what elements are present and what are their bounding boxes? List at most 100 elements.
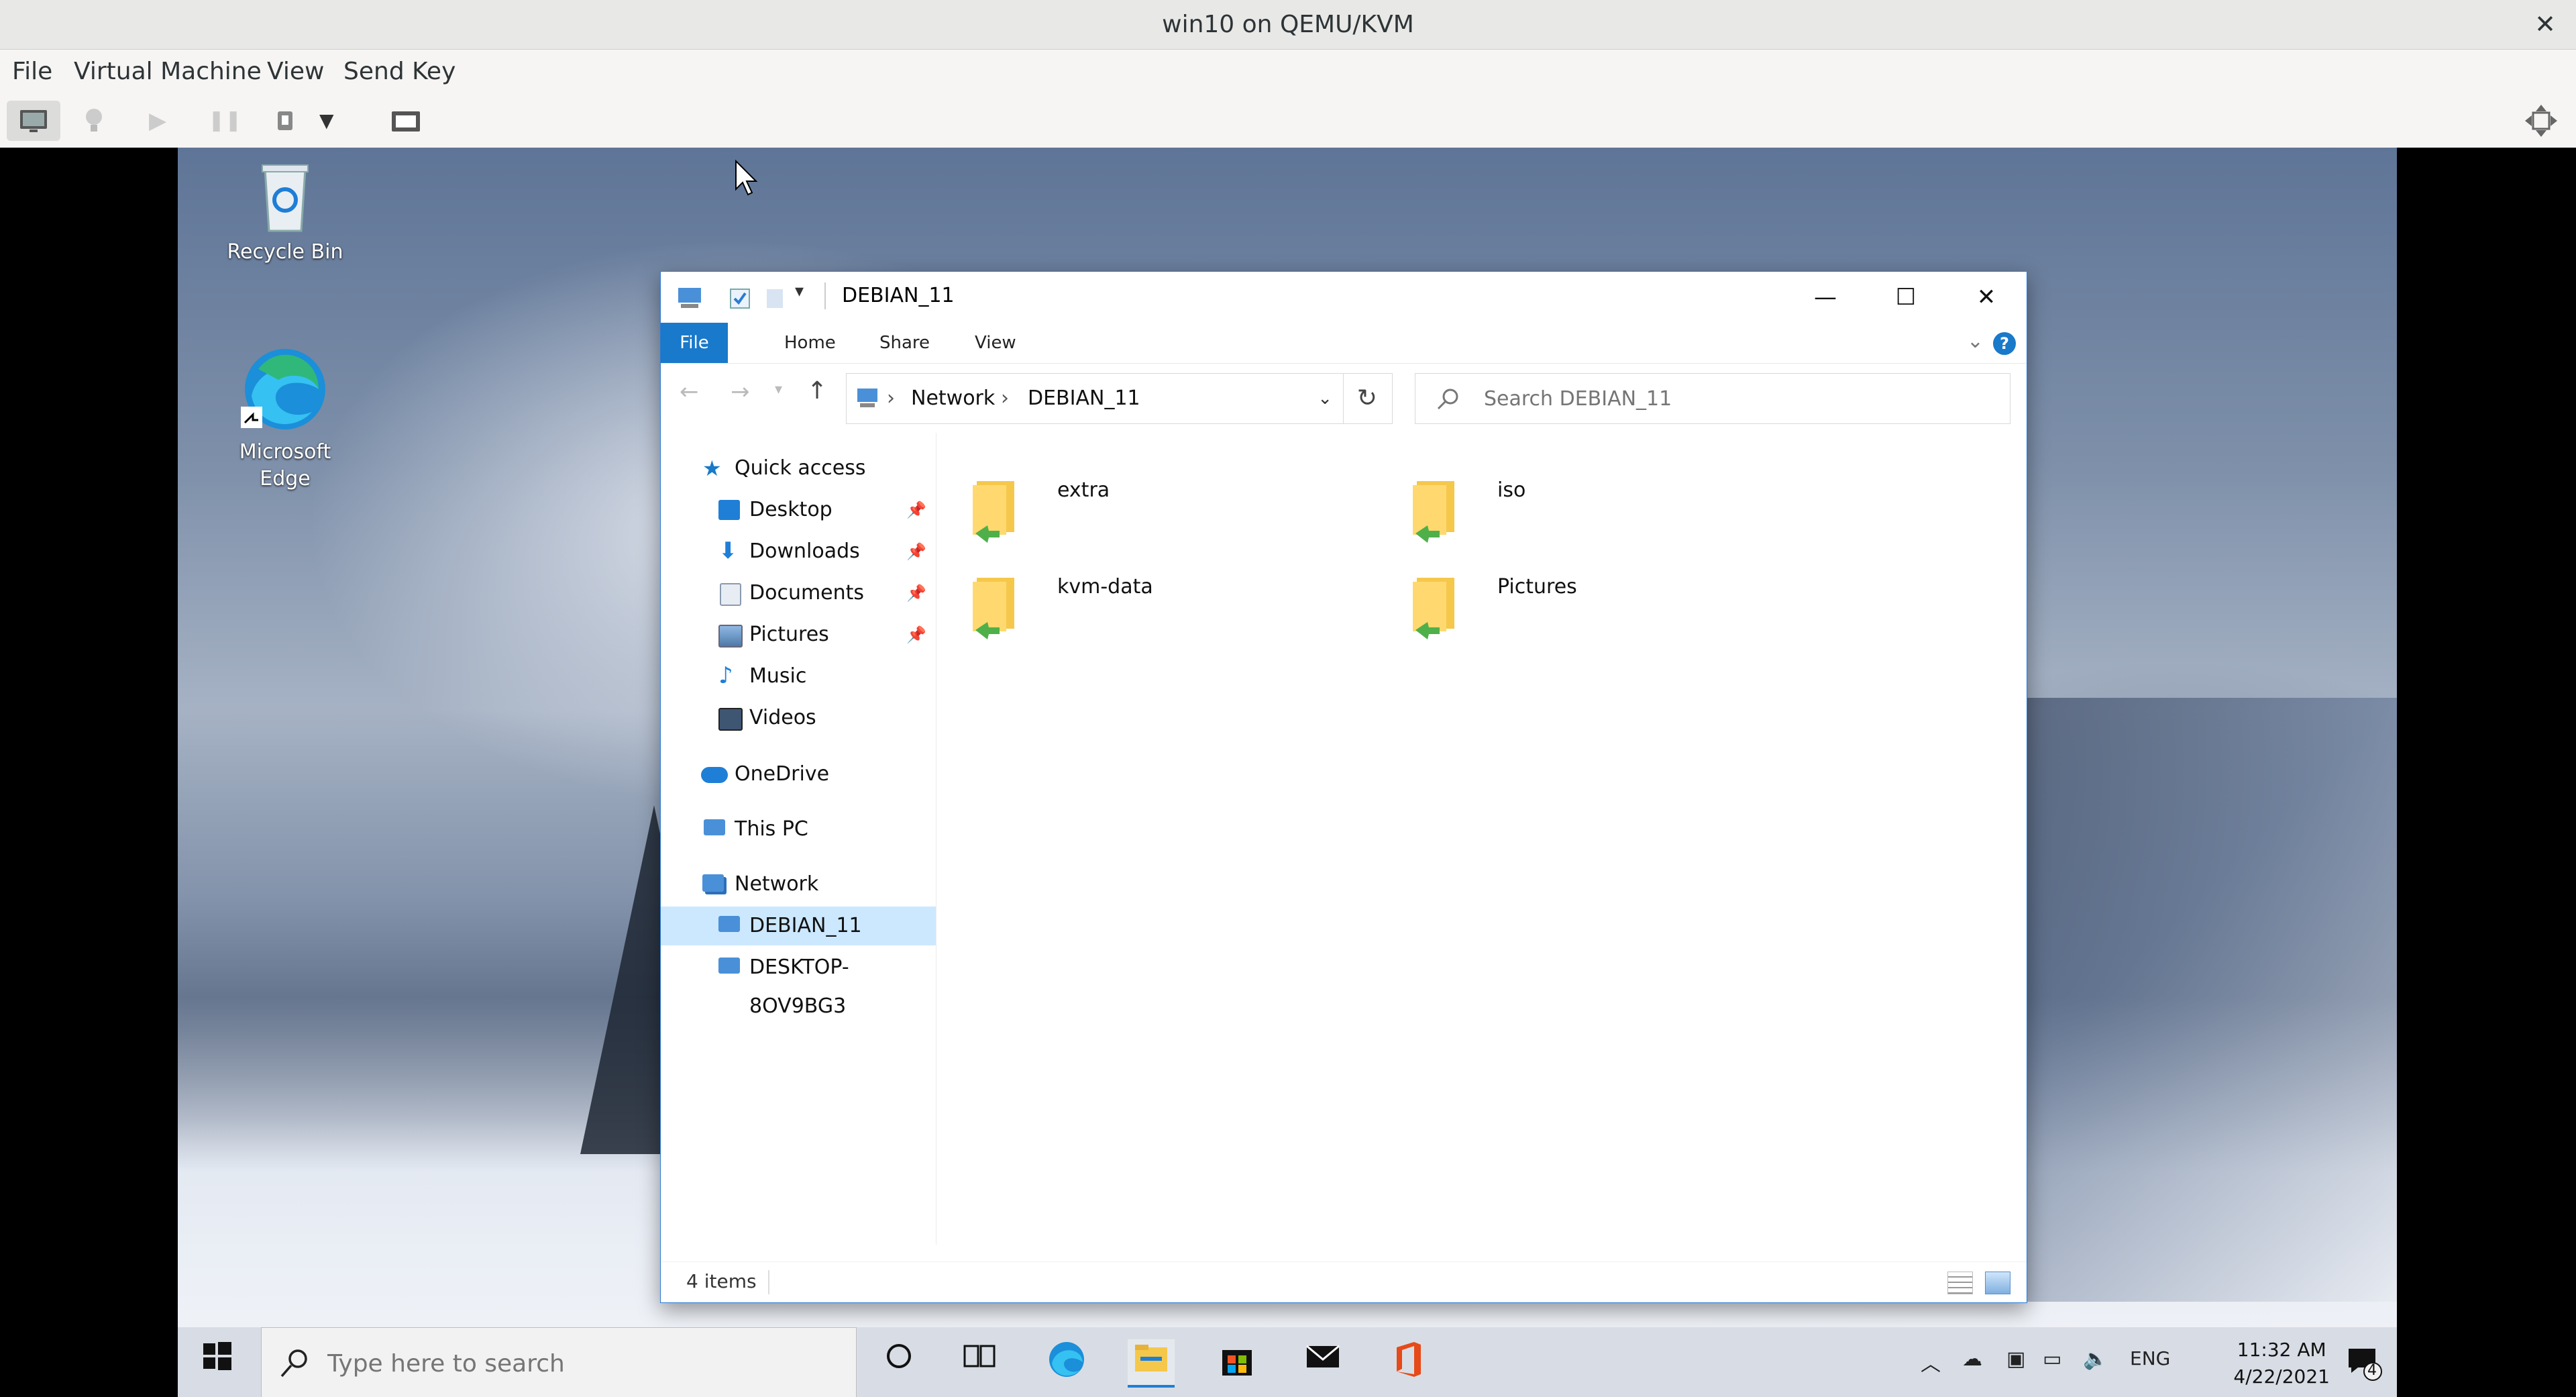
nav-label: Desktop (749, 498, 833, 521)
nav-label: Pictures (749, 623, 829, 646)
nav-item-debian-11[interactable]: DEBIAN_11 (661, 907, 936, 945)
nav-label: OneDrive (735, 762, 830, 786)
breadcrumb-network[interactable]: Network (911, 374, 995, 423)
clock-time: 11:32 AM (2237, 1339, 2326, 1361)
tab-view[interactable]: View (959, 323, 1032, 363)
nav-item-network[interactable]: Network (661, 865, 936, 904)
pin-icon: 📌 (906, 501, 926, 519)
clock-date: 4/22/2021 (2233, 1365, 2330, 1388)
menu-view[interactable]: View (267, 58, 324, 85)
taskbar-edge[interactable] (1043, 1339, 1090, 1385)
notification-icon (2349, 1349, 2382, 1381)
computer-icon (704, 819, 725, 835)
large-icons-view-icon[interactable] (1985, 1272, 2010, 1294)
ribbon-tabs: File Home Share View ⌄ ? (661, 323, 2027, 363)
help-icon[interactable]: ? (1993, 332, 2016, 355)
details-view-button[interactable] (74, 101, 114, 141)
minimize-button[interactable]: — (1785, 272, 1866, 323)
documents-icon (720, 583, 741, 606)
desktop-icon-microsoft-edge[interactable]: Microsoft Edge (218, 342, 352, 493)
folder-content-pane[interactable]: extra iso kvm-data Pictures (936, 433, 2027, 1245)
menu-send-key[interactable]: Send Key (343, 58, 455, 85)
nav-label: DESKTOP-8OV9BG3 (749, 955, 849, 1018)
tab-file[interactable]: File (661, 323, 728, 363)
maximize-button[interactable]: ☐ (1866, 272, 1946, 323)
input-language[interactable]: ENG (2130, 1347, 2170, 1369)
show-hidden-icons-button[interactable]: ︿ (1921, 1347, 1941, 1377)
taskbar-store[interactable] (1214, 1339, 1260, 1385)
up-button[interactable]: ↑ (807, 377, 827, 405)
details-view-icon[interactable] (1947, 1272, 1973, 1294)
task-view-button[interactable] (956, 1339, 1003, 1385)
breadcrumb-separator-icon: › (1001, 386, 1009, 410)
expand-ribbon-icon[interactable]: ⌄ (1967, 329, 1984, 353)
forward-button[interactable]: → (731, 378, 750, 405)
clock[interactable]: 11:32 AM 4/22/2021 (2233, 1337, 2330, 1390)
console-view-button[interactable] (7, 101, 60, 141)
start-button[interactable] (194, 1339, 241, 1385)
back-button[interactable]: ← (680, 378, 699, 405)
taskbar-search-input[interactable] (326, 1344, 839, 1383)
guest-desktop[interactable]: Recycle Bin Microsoft Edge ▾ DEBIAN_11 — (178, 148, 2397, 1397)
shutdown-menu-button[interactable]: ▼ (319, 101, 353, 141)
folder-name: iso (1497, 478, 1526, 502)
address-bar[interactable]: › Network › DEBIAN_11 ⌄ (846, 373, 1344, 424)
pin-icon: 📌 (906, 584, 926, 603)
folder-item[interactable]: extra (943, 468, 1319, 548)
taskbar-search-box[interactable] (261, 1327, 857, 1397)
breadcrumb-debian[interactable]: DEBIAN_11 (1028, 374, 1140, 423)
folder-item[interactable]: iso (1383, 468, 1759, 548)
nav-label: This PC (735, 817, 808, 841)
shutdown-button[interactable] (268, 101, 302, 141)
volume-icon[interactable]: 🔈 (2083, 1347, 2108, 1371)
search-icon (1437, 389, 1458, 410)
taskbar-office[interactable] (1385, 1339, 1432, 1385)
nav-item-onedrive[interactable]: OneDrive (661, 755, 936, 794)
menu-file[interactable]: File (12, 58, 52, 85)
folder-item[interactable]: kvm-data (943, 564, 1319, 645)
network-computer-icon (718, 916, 740, 932)
nav-item-documents[interactable]: Documents 📌 (661, 574, 936, 613)
nav-quick-access[interactable]: ★ Quick access (661, 449, 936, 488)
network-tray-icon[interactable]: ▭ (2043, 1347, 2061, 1371)
nav-item-desktop[interactable]: Desktop 📌 (661, 490, 936, 529)
desktop-icon-label: Microsoft Edge (239, 440, 331, 490)
close-button[interactable]: ✕ (1946, 272, 2027, 323)
navigation-pane: ★ Quick access Desktop 📌 ⬇ Downloads 📌 D… (661, 433, 936, 1245)
nav-item-this-pc[interactable]: This PC (661, 810, 936, 849)
search-box[interactable] (1415, 373, 2010, 424)
quick-access-toolbar-dropdown-icon[interactable]: ▾ (795, 281, 804, 301)
address-dropdown-icon[interactable]: ⌄ (1318, 374, 1332, 423)
meet-now-icon[interactable]: ▣ (2006, 1347, 2025, 1371)
recent-locations-button[interactable]: ▾ (775, 381, 782, 398)
pause-button[interactable]: ❚❚ (208, 101, 241, 141)
taskbar-mail[interactable] (1299, 1339, 1346, 1385)
maximize-icon: ☐ (1895, 284, 1917, 311)
onedrive-tray-icon[interactable]: ☁ (1962, 1347, 1982, 1371)
fullscreen-button[interactable] (382, 101, 429, 141)
forward-arrow-icon: → (731, 378, 750, 405)
tab-home[interactable]: Home (768, 323, 852, 363)
desktop-icon-recycle-bin[interactable]: Recycle Bin (218, 156, 352, 266)
nav-item-videos[interactable]: Videos (661, 698, 936, 737)
search-input[interactable] (1483, 379, 1995, 418)
nav-item-downloads[interactable]: ⬇ Downloads 📌 (661, 532, 936, 571)
action-center-button[interactable]: 4 (2343, 1342, 2383, 1382)
nav-item-pictures[interactable]: Pictures 📌 (661, 615, 936, 654)
cortana-button[interactable] (875, 1339, 922, 1385)
menu-virtual-machine[interactable]: Virtual Machine (74, 58, 262, 85)
network-computer-icon (857, 389, 877, 407)
host-close-icon[interactable]: ✕ (2529, 8, 2561, 40)
properties-icon[interactable] (727, 285, 753, 312)
taskbar-file-explorer[interactable] (1128, 1339, 1175, 1388)
nav-item-desktop-8ov9bg3[interactable]: DESKTOP-8OV9BG3 (661, 948, 936, 1018)
back-arrow-icon: ← (680, 378, 699, 405)
resize-button[interactable] (2521, 101, 2561, 141)
nav-item-music[interactable]: ♪ Music (661, 657, 936, 696)
new-folder-icon[interactable] (763, 285, 787, 312)
run-button[interactable]: ▶ (149, 101, 182, 141)
pause-icon: ❚❚ (208, 109, 242, 132)
folder-item[interactable]: Pictures (1383, 564, 1759, 645)
refresh-button[interactable]: ↻ (1342, 373, 1393, 424)
tab-share[interactable]: Share (863, 323, 946, 363)
